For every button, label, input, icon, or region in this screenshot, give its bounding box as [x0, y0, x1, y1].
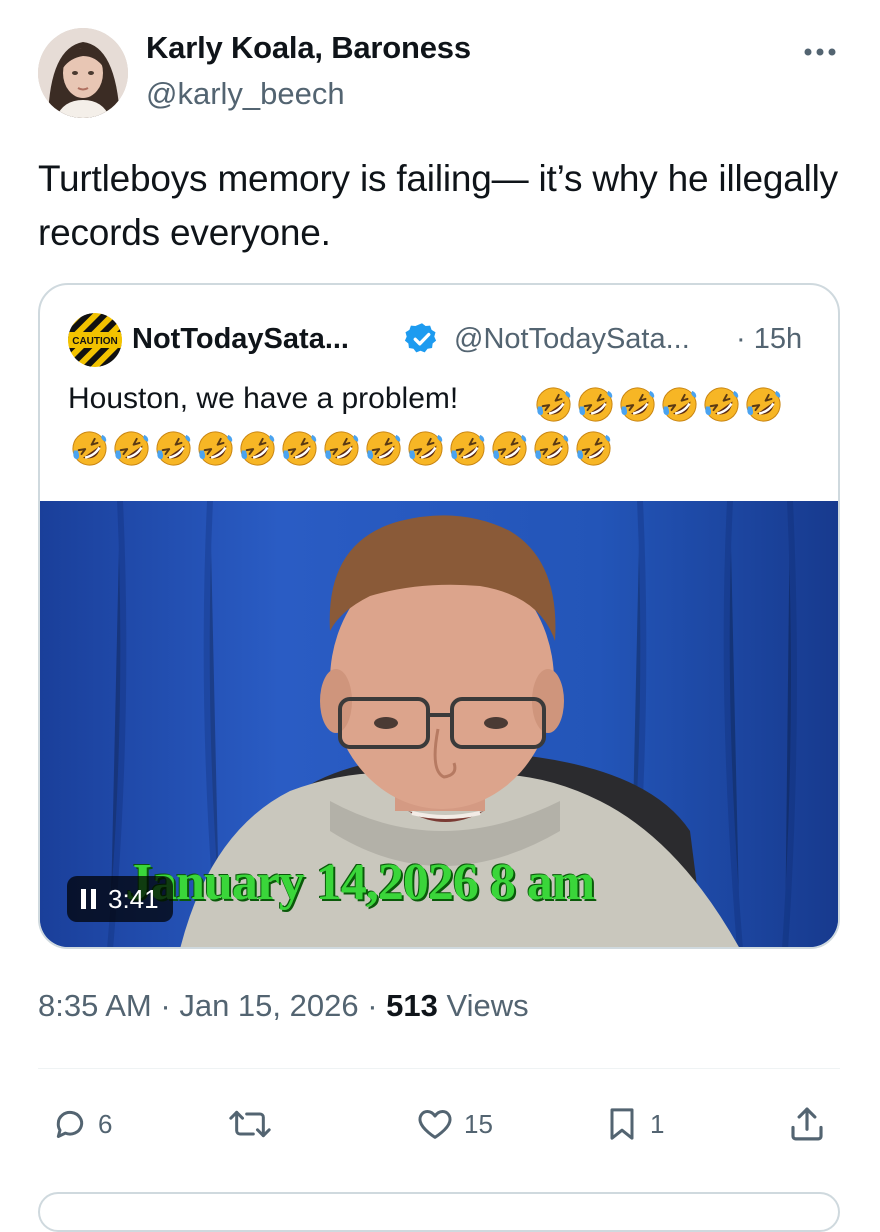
- divider: [38, 1068, 840, 1069]
- rolling-laughing-emoji-icon: [492, 431, 527, 466]
- caution-label: CAUTION: [72, 336, 118, 347]
- bookmark-icon: [610, 1108, 634, 1140]
- rolling-laughing-emoji-icon: [662, 387, 697, 422]
- rolling-laughing-emoji-icon: [704, 387, 739, 422]
- emoji-row-1: [534, 385, 783, 424]
- emoji-row-2: [70, 429, 613, 468]
- tweet-date[interactable]: Jan 15, 2026: [179, 988, 358, 1023]
- rolling-laughing-emoji-icon: [620, 387, 655, 422]
- author-handle[interactable]: @karly_beech: [146, 76, 345, 112]
- video-player[interactable]: January 14,2026 8 am 3:41: [40, 501, 838, 947]
- bookmark-count: 1: [650, 1108, 665, 1139]
- author-display-name[interactable]: Karly Koala, Baroness: [146, 30, 471, 66]
- like-icon: [418, 1110, 452, 1139]
- rolling-laughing-emoji-icon: [282, 431, 317, 466]
- like-button[interactable]: 15: [414, 1100, 493, 1148]
- verified-badge-icon: [404, 323, 437, 353]
- reply-count: 6: [98, 1108, 113, 1139]
- tweet-text: Turtleboys memory is failing— it’s why h…: [38, 158, 838, 253]
- share-icon: [791, 1107, 823, 1141]
- rolling-laughing-emoji-icon: [198, 431, 233, 466]
- tweet-meta: 8:35 AM · Jan 15, 2026 · 513 Views: [38, 988, 529, 1024]
- reply-icon: [56, 1110, 84, 1138]
- rolling-laughing-emoji-icon: [72, 431, 107, 466]
- next-card-edge: [38, 1192, 840, 1232]
- repost-icon: [229, 1110, 271, 1138]
- tweet-time[interactable]: 8:35 AM: [38, 988, 152, 1023]
- author-avatar[interactable]: [38, 28, 128, 118]
- share-button[interactable]: [786, 1100, 828, 1148]
- video-duration: 3:41: [108, 883, 159, 914]
- rolling-laughing-emoji-icon: [576, 431, 611, 466]
- rolling-laughing-emoji-icon: [408, 431, 443, 466]
- meta-separator: ·: [160, 988, 171, 1023]
- rolling-laughing-emoji-icon: [366, 431, 401, 466]
- views-label: Views: [446, 988, 529, 1023]
- like-count: 15: [464, 1108, 493, 1139]
- video-overlay-caption: January 14,2026 8 am: [126, 854, 595, 911]
- quoted-tweet-time[interactable]: · 15h: [736, 323, 802, 356]
- rolling-laughing-emoji-icon: [578, 387, 613, 422]
- pause-icon: [81, 889, 96, 909]
- more-options-button[interactable]: [800, 40, 840, 64]
- rolling-laughing-emoji-icon: [156, 431, 191, 466]
- rolling-laughing-emoji-icon: [450, 431, 485, 466]
- quoted-tweet-text: Houston, we have a problem!: [68, 382, 459, 415]
- more-icon: [804, 48, 836, 56]
- quoted-tweet-card[interactable]: CAUTION NotTodaySata... @NotTodaySata...…: [38, 283, 840, 949]
- rolling-laughing-emoji-icon: [324, 431, 359, 466]
- rolling-laughing-emoji-icon: [534, 431, 569, 466]
- quoted-author-avatar[interactable]: CAUTION: [68, 313, 122, 367]
- rolling-laughing-emoji-icon: [114, 431, 149, 466]
- video-play-pause-button[interactable]: 3:41: [67, 876, 173, 922]
- quoted-author-name[interactable]: NotTodaySata...: [132, 323, 349, 356]
- rolling-laughing-emoji-icon: [536, 387, 571, 422]
- quoted-author-handle[interactable]: @NotTodaySata...: [454, 323, 690, 356]
- reply-button[interactable]: 6: [50, 1100, 112, 1148]
- bookmark-button[interactable]: 1: [602, 1100, 664, 1148]
- meta-separator: ·: [367, 988, 378, 1023]
- rolling-laughing-emoji-icon: [240, 431, 275, 466]
- views-count: 513: [386, 988, 438, 1023]
- rolling-laughing-emoji-icon: [746, 387, 781, 422]
- repost-button[interactable]: [226, 1100, 282, 1148]
